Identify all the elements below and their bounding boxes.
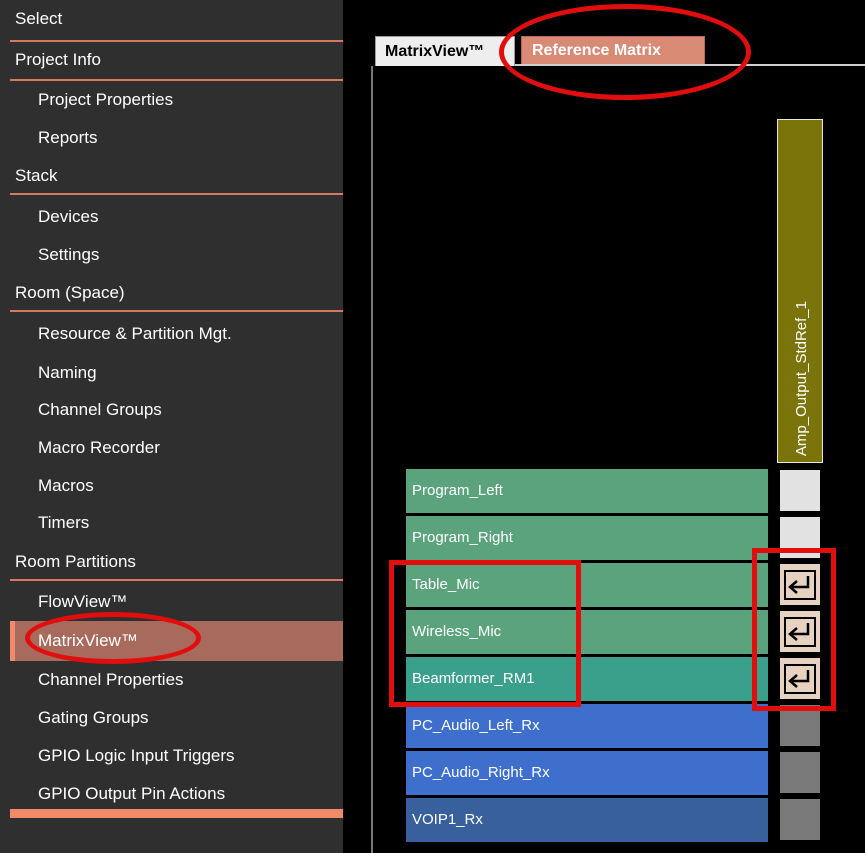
sidebar-item-gpio-logic-input-triggers[interactable]: GPIO Logic Input Triggers <box>0 745 381 767</box>
tab-matrixview[interactable]: MatrixView™ <box>375 36 515 66</box>
sidebar-section-project-info[interactable]: Project Info <box>0 49 358 71</box>
row-label-pc-audio-right-rx[interactable]: PC_Audio_Right_Rx <box>406 751 768 795</box>
divider <box>10 193 343 195</box>
column-header-label: Amp_Output_StdRef_1 <box>792 300 810 456</box>
matrix-cell[interactable] <box>779 469 821 512</box>
divider <box>10 79 343 81</box>
matrix-cell[interactable] <box>779 751 821 794</box>
divider <box>10 579 343 581</box>
divider <box>10 310 343 312</box>
sidebar-section-stack[interactable]: Stack <box>0 165 358 187</box>
callout-ellipse-matrixview <box>25 612 201 664</box>
sidebar-item-select[interactable]: Select <box>0 8 358 30</box>
sidebar-item-devices[interactable]: Devices <box>0 206 381 228</box>
sidebar-item-naming[interactable]: Naming <box>0 362 381 384</box>
matrix-cell[interactable] <box>779 798 821 841</box>
sidebar-item-flowview[interactable]: FlowView™ <box>0 591 381 613</box>
callout-ellipse-reference-tab <box>499 4 751 100</box>
sidebar-item-gpio-output-pin-actions[interactable]: GPIO Output Pin Actions <box>0 783 381 805</box>
callout-box-row-labels <box>389 560 581 707</box>
sidebar-item-channel-groups[interactable]: Channel Groups <box>0 399 381 421</box>
sidebar: Select Project Info Project Properties R… <box>0 0 343 853</box>
sidebar-item-timers[interactable]: Timers <box>0 512 381 534</box>
row-label-voip1-rx[interactable]: VOIP1_Rx <box>406 798 768 842</box>
callout-box-reference-cells <box>752 548 836 711</box>
row-label-pc-audio-left-rx[interactable]: PC_Audio_Left_Rx <box>406 704 768 748</box>
sidebar-item-settings[interactable]: Settings <box>0 244 381 266</box>
matrix-column-header[interactable]: Amp_Output_StdRef_1 <box>777 119 823 463</box>
sidebar-item-macro-recorder[interactable]: Macro Recorder <box>0 437 381 459</box>
sidebar-item-gating-groups[interactable]: Gating Groups <box>0 707 381 729</box>
sidebar-item-macros[interactable]: Macros <box>0 475 381 497</box>
sidebar-item-project-properties[interactable]: Project Properties <box>0 89 381 111</box>
sidebar-bottom-bar <box>10 809 343 818</box>
divider <box>10 40 343 42</box>
row-label-program-right[interactable]: Program_Right <box>406 516 768 560</box>
row-label-program-left[interactable]: Program_Left <box>406 469 768 513</box>
content-border <box>371 66 373 853</box>
sidebar-item-resource-partition-mgt[interactable]: Resource & Partition Mgt. <box>0 323 381 345</box>
sidebar-item-reports[interactable]: Reports <box>0 127 381 149</box>
sidebar-item-channel-properties[interactable]: Channel Properties <box>0 669 381 691</box>
sidebar-section-room-partitions[interactable]: Room Partitions <box>0 551 358 573</box>
sidebar-section-room-space[interactable]: Room (Space) <box>0 282 358 304</box>
